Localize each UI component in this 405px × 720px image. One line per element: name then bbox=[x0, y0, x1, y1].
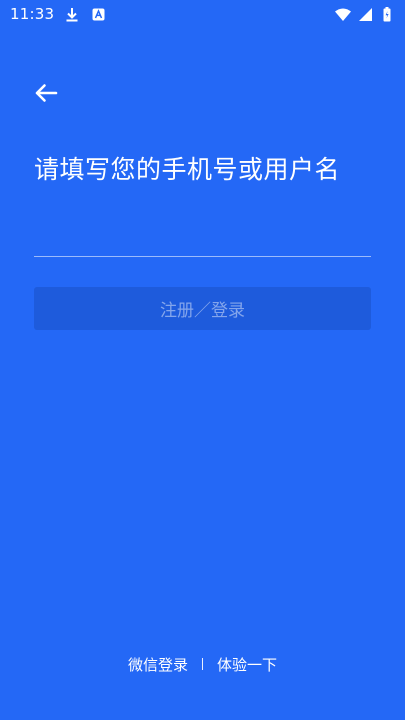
trial-link[interactable]: 体验一下 bbox=[217, 654, 277, 675]
status-left: 11:33 bbox=[10, 5, 106, 23]
input-underline bbox=[34, 256, 371, 257]
register-login-button[interactable]: 注册／登录 bbox=[34, 287, 371, 330]
wifi-icon bbox=[335, 6, 351, 22]
status-time: 11:33 bbox=[10, 5, 55, 23]
status-bar: 11:33 bbox=[0, 0, 405, 28]
account-input[interactable] bbox=[34, 216, 371, 256]
signal-icon bbox=[357, 6, 373, 22]
back-button[interactable] bbox=[33, 82, 59, 104]
account-input-wrapper bbox=[34, 216, 371, 256]
battery-icon bbox=[379, 6, 395, 22]
wechat-login-link[interactable]: 微信登录 bbox=[128, 654, 188, 675]
download-icon bbox=[64, 6, 80, 22]
arrow-left-icon bbox=[35, 84, 58, 102]
page-title: 请填写您的手机号或用户名 bbox=[34, 155, 341, 184]
status-right bbox=[335, 6, 395, 22]
a-letter-icon bbox=[90, 6, 106, 22]
bottom-separator bbox=[202, 658, 203, 670]
bottom-links: 微信登录 体验一下 bbox=[0, 652, 405, 676]
